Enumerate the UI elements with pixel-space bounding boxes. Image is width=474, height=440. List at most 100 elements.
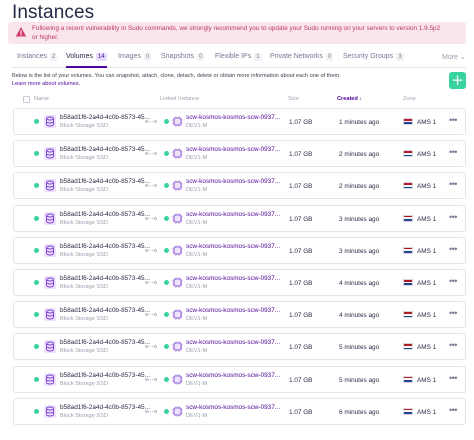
linked-instance-link[interactable]: scw-kosmos-kosmos-scw-0937... [186,275,280,282]
table-row[interactable]: b58ad1f6-2a4d-4c0b-8573-45... Block Stor… [13,365,466,393]
linked-instance-link[interactable]: scw-kosmos-kosmos-scw-0937... [186,339,280,346]
netherlands-flag-icon [403,343,413,351]
volume-storage-icon [44,179,56,193]
volume-name[interactable]: b58ad1f6-2a4d-4c0b-8573-45... [60,372,150,379]
tab-count: 0 [325,53,334,61]
instance-status-dot [164,408,169,414]
volume-type: Block Storage SSD [60,251,108,258]
more-dots-icon[interactable]: ••• [449,115,457,125]
volume-name[interactable]: b58ad1f6-2a4d-4c0b-8573-45... [60,178,150,185]
link-icon [145,313,157,317]
volume-name[interactable]: b58ad1f6-2a4d-4c0b-8573-45... [60,211,150,218]
more-dots-icon[interactable]: ••• [449,405,457,415]
linked-instance-link[interactable]: scw-kosmos-kosmos-scw-0937... [186,307,280,314]
table-row[interactable]: b58ad1f6-2a4d-4c0b-8573-45... Block Stor… [13,108,466,135]
tabs-more-label: More [442,54,458,61]
instance-status-dot [164,344,169,350]
table-row[interactable]: b58ad1f6-2a4d-4c0b-8573-45... Block Stor… [13,397,466,425]
volume-name[interactable]: b58ad1f6-2a4d-4c0b-8573-45... [60,307,150,314]
volume-size: 1.07 GB [289,247,313,255]
add-volume-button[interactable]: + [449,72,466,89]
table-row[interactable]: b58ad1f6-2a4d-4c0b-8573-45... Block Stor… [13,140,466,168]
volume-name[interactable]: b58ad1f6-2a4d-4c0b-8573-45... [60,275,150,282]
volume-created: 3 minutes ago [339,247,380,255]
more-dots-icon[interactable]: ••• [449,147,457,157]
volume-type: Block Storage SSD [60,123,108,129]
instance-status-dot [164,280,169,285]
more-dots-icon[interactable]: ••• [449,179,457,189]
tab-flexible-ips[interactable]: Flexible IPs 1 [215,53,262,68]
more-dots-icon[interactable]: ••• [449,340,457,350]
volume-created: 3 minutes ago [339,215,380,223]
volume-type: Block Storage SSD [60,219,108,226]
volume-name[interactable]: b58ad1f6-2a4d-4c0b-8573-45... [60,114,150,121]
column-header-zone[interactable]: Zone [403,96,416,102]
link-icon [145,281,157,284]
volume-storage-icon [44,243,56,257]
volume-name[interactable]: b58ad1f6-2a4d-4c0b-8573-45... [60,146,150,153]
table-row[interactable]: b58ad1f6-2a4d-4c0b-8573-45... Block Stor… [13,301,466,329]
volume-size: 1.07 GB [289,408,313,416]
status-dot [34,119,39,124]
status-dot [34,376,39,382]
instance-type: DEV1-M [186,155,208,162]
volume-size: 1.07 GB [289,280,313,287]
instance-chip-icon [172,213,183,224]
more-dots-icon[interactable]: ••• [449,212,457,222]
netherlands-flag-icon [403,182,413,190]
tab-instances[interactable]: Instances 2 [17,53,58,68]
volume-storage-icon [44,211,56,225]
more-dots-icon[interactable]: ••• [449,308,457,318]
instance-status-dot [164,183,169,189]
column-header-size[interactable]: Size [288,96,299,102]
instance-type: DEV1-M [186,316,208,323]
table-row[interactable]: b58ad1f6-2a4d-4c0b-8573-45... Block Stor… [13,204,466,232]
linked-instance-link[interactable]: scw-kosmos-kosmos-scw-0937... [186,243,280,250]
column-header-created[interactable]: Created ↓ [337,96,362,102]
volume-storage-icon [44,404,56,418]
volume-created: 4 minutes ago [339,312,380,320]
tab-count: 14 [95,53,107,61]
linked-instance-link[interactable]: scw-kosmos-kosmos-scw-0937... [186,404,280,411]
column-header-name[interactable]: Name [34,96,49,102]
status-dot [34,408,39,414]
more-dots-icon[interactable]: ••• [449,373,457,383]
more-dots-icon[interactable]: ••• [449,244,457,254]
tab-private-networks[interactable]: Private Networks 0 [270,53,334,68]
tab-volumes[interactable]: Volumes 14 [66,53,107,68]
linked-instance-link[interactable]: scw-kosmos-kosmos-scw-0937... [186,114,280,121]
tab-snapshots[interactable]: Snapshots 0 [161,53,205,68]
volume-zone: AMS 1 [417,376,437,384]
volume-name[interactable]: b58ad1f6-2a4d-4c0b-8573-45... [60,404,150,411]
select-all-checkbox[interactable] [23,96,30,103]
instance-chip-icon [172,277,183,288]
volume-created: 1 minutes ago [339,119,380,126]
instance-type: DEV1-M [186,348,208,355]
tabs-more-button[interactable]: More ⌄ [442,53,466,61]
volume-storage-icon [44,147,56,161]
volume-name[interactable]: b58ad1f6-2a4d-4c0b-8573-45... [60,339,150,346]
netherlands-flag-icon [403,118,413,125]
tab-images[interactable]: Images 0 [118,53,152,68]
page-title: Instances [12,2,95,23]
instance-chip-icon [172,309,183,320]
more-dots-icon[interactable]: ••• [449,276,457,286]
instance-chip-icon [172,374,183,385]
table-row[interactable]: b58ad1f6-2a4d-4c0b-8573-45... Block Stor… [13,333,466,361]
tab-bar: Instances 2 Volumes 14 Images 0 Snapshots 0 … [12,52,466,68]
linked-instance-link[interactable]: scw-kosmos-kosmos-scw-0937... [186,146,280,153]
table-row[interactable]: b58ad1f6-2a4d-4c0b-8573-45... Block Stor… [13,269,466,296]
table-row[interactable]: b58ad1f6-2a4d-4c0b-8573-45... Block Stor… [13,172,466,200]
tab-security-groups[interactable]: Security Groups 3 [343,53,404,68]
learn-more-link[interactable]: Learn more about volumes. [12,81,80,87]
linked-instance-link[interactable]: scw-kosmos-kosmos-scw-0937... [186,178,280,185]
linked-instance-link[interactable]: scw-kosmos-kosmos-scw-0937... [186,211,280,218]
tab-count: 1 [254,53,262,61]
table-row[interactable]: b58ad1f6-2a4d-4c0b-8573-45... Block Stor… [13,236,466,264]
instance-chip-icon [172,406,183,417]
linked-instance-link[interactable]: scw-kosmos-kosmos-scw-0937... [186,372,280,379]
volume-name[interactable]: b58ad1f6-2a4d-4c0b-8573-45... [60,243,150,250]
instance-type: DEV1-M [186,187,208,194]
volume-created: 2 minutes ago [339,183,380,191]
volume-type: Block Storage SSD [60,380,108,387]
